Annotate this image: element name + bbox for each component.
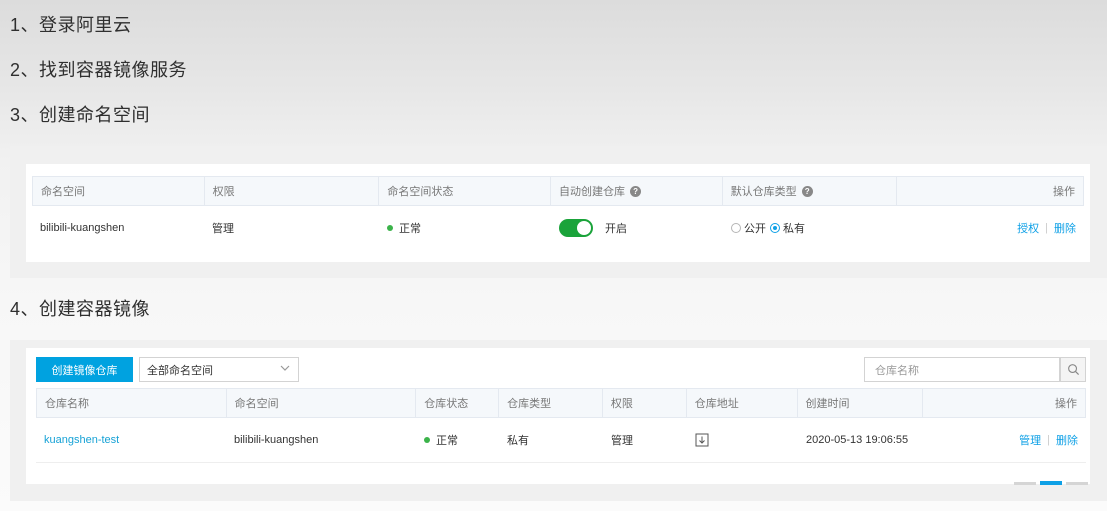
auto-create-label: 开启 bbox=[605, 223, 627, 235]
col-actions: 操作 bbox=[1053, 186, 1076, 198]
step-4-text: 4、创建容器镜像 bbox=[10, 299, 151, 319]
repository-panel: 创建镜像仓库 全部命名空间 仓库名称 仓库名称 命名空间 仓库状态 仓库类型 权… bbox=[10, 340, 1107, 501]
col-auto-create-label: 自动创建仓库 bbox=[559, 186, 626, 198]
namespace-panel: 命名空间 权限 命名空间状态 自动创建仓库 ? 默认仓库类型 ? 操作 bili… bbox=[10, 146, 1107, 278]
namespace-select-value: 全部命名空间 bbox=[147, 364, 213, 377]
col-repo-type: 仓库类型 bbox=[499, 389, 603, 417]
step-1-text: 1、登录阿里云 bbox=[10, 15, 132, 35]
namespace-card: 命名空间 权限 命名空间状态 自动创建仓库 ? 默认仓库类型 ? 操作 bili… bbox=[26, 164, 1090, 262]
radio-public-label[interactable]: 公开 bbox=[744, 220, 766, 236]
repo-status-label: 正常 bbox=[436, 435, 458, 447]
col-repo-actions: 操作 bbox=[1055, 398, 1077, 410]
repo-created: 2020-05-13 19:06:55 bbox=[806, 434, 909, 446]
download-icon[interactable] bbox=[695, 433, 709, 447]
search-placeholder: 仓库名称 bbox=[875, 364, 919, 377]
repo-type: 私有 bbox=[507, 435, 529, 447]
repo-permission: 管理 bbox=[611, 435, 633, 447]
repository-card: 创建镜像仓库 全部命名空间 仓库名称 仓库名称 命名空间 仓库状态 仓库类型 权… bbox=[26, 348, 1090, 485]
status-dot-icon bbox=[387, 225, 393, 231]
action-separator: | bbox=[1045, 222, 1048, 234]
namespace-actions: 授权 | 删除 bbox=[898, 206, 1084, 250]
step-2-text: 2、找到容器镜像服务 bbox=[10, 60, 188, 80]
status-dot-icon bbox=[424, 437, 430, 443]
col-namespace-status: 命名空间状态 bbox=[379, 177, 552, 205]
auto-create-cell: 开启 bbox=[551, 206, 723, 250]
table-row: bilibili-kuangshen 管理 正常 开启 公开 私有 授权 | 删… bbox=[32, 206, 1084, 250]
col-repo-status: 仓库状态 bbox=[416, 389, 500, 417]
col-repo-permission: 权限 bbox=[603, 389, 687, 417]
col-default-type-label: 默认仓库类型 bbox=[730, 186, 797, 198]
pager-segment[interactable] bbox=[1066, 482, 1088, 485]
delete-repo-link[interactable]: 删除 bbox=[1056, 432, 1078, 448]
question-circle-icon[interactable]: ? bbox=[630, 185, 642, 197]
search-icon bbox=[1067, 364, 1079, 376]
manage-link[interactable]: 管理 bbox=[1019, 432, 1041, 448]
repo-actions: 管理 | 删除 bbox=[924, 418, 1086, 462]
auto-create-toggle[interactable] bbox=[559, 219, 593, 237]
action-separator: | bbox=[1047, 434, 1050, 446]
namespace-table-header: 命名空间 权限 命名空间状态 自动创建仓库 ? 默认仓库类型 ? 操作 bbox=[32, 176, 1084, 206]
namespace-select[interactable]: 全部命名空间 bbox=[139, 357, 299, 382]
namespace-status: 正常 bbox=[379, 206, 551, 250]
default-type-cell: 公开 私有 bbox=[723, 206, 898, 250]
repo-name-link[interactable]: kuangshen-test bbox=[36, 418, 226, 462]
col-namespace: 命名空间 bbox=[33, 177, 205, 205]
delete-namespace-link[interactable]: 删除 bbox=[1054, 220, 1076, 236]
radio-private-label[interactable]: 私有 bbox=[783, 220, 805, 236]
namespace-name: bilibili-kuangshen bbox=[40, 222, 125, 234]
col-repo-address: 仓库地址 bbox=[687, 389, 798, 417]
repo-status: 正常 bbox=[416, 418, 499, 462]
radio-private[interactable] bbox=[770, 223, 780, 233]
namespace-status-label: 正常 bbox=[399, 223, 421, 235]
step-3-text: 3、创建命名空间 bbox=[10, 105, 151, 125]
col-auto-create: 自动创建仓库 ? bbox=[551, 177, 723, 205]
col-permission: 权限 bbox=[205, 177, 380, 205]
col-default-type: 默认仓库类型 ? bbox=[723, 177, 898, 205]
col-repo-name: 仓库名称 bbox=[37, 389, 227, 417]
search-button[interactable] bbox=[1060, 357, 1086, 382]
repo-name[interactable]: kuangshen-test bbox=[44, 434, 119, 446]
question-circle-icon[interactable]: ? bbox=[801, 185, 813, 197]
repo-namespace: bilibili-kuangshen bbox=[234, 434, 319, 446]
repository-search-input[interactable]: 仓库名称 bbox=[864, 357, 1060, 382]
col-repo-namespace: 命名空间 bbox=[227, 389, 417, 417]
radio-public[interactable] bbox=[731, 223, 741, 233]
namespace-permission: 管理 bbox=[212, 223, 234, 235]
repository-table-header: 仓库名称 命名空间 仓库状态 仓库类型 权限 仓库地址 创建时间 操作 bbox=[36, 388, 1086, 418]
col-repo-created: 创建时间 bbox=[798, 389, 924, 417]
create-repository-button[interactable]: 创建镜像仓库 bbox=[36, 357, 133, 382]
pager-segment-active[interactable] bbox=[1040, 481, 1062, 485]
chevron-down-icon bbox=[280, 365, 290, 371]
grant-link[interactable]: 授权 bbox=[1017, 220, 1039, 236]
pager-segment[interactable] bbox=[1014, 482, 1036, 485]
table-row: kuangshen-test bilibili-kuangshen 正常 私有 … bbox=[36, 418, 1086, 463]
repo-address-cell bbox=[687, 418, 798, 462]
